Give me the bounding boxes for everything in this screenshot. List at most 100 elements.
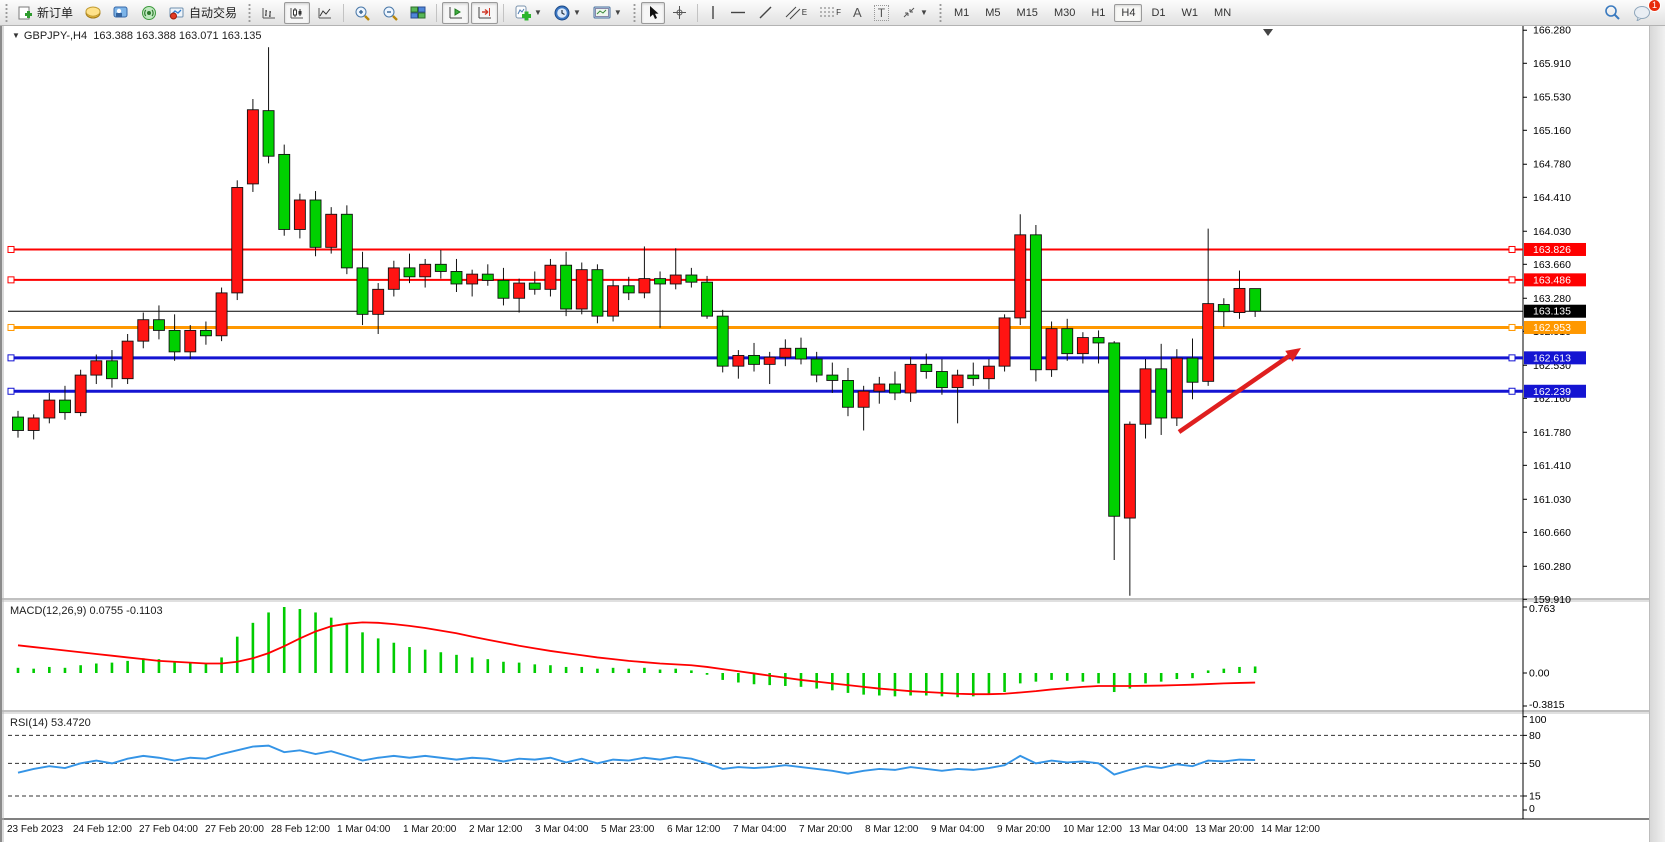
chart-window[interactable]: 166.280165.910165.530165.160164.780164.4… bbox=[0, 26, 1665, 842]
tab-h4[interactable]: H4 bbox=[1114, 4, 1142, 22]
chat-button[interactable]: 1 bbox=[1628, 2, 1656, 24]
trendline-tool-button[interactable] bbox=[753, 2, 778, 24]
candle-body bbox=[232, 187, 243, 292]
tab-mn[interactable]: MN bbox=[1207, 4, 1238, 22]
toolbar-grip[interactable] bbox=[4, 4, 9, 22]
coin-button[interactable] bbox=[80, 2, 106, 24]
hline-handle[interactable] bbox=[8, 246, 14, 252]
toolbar-grip[interactable] bbox=[247, 4, 252, 22]
hline-tool-button[interactable] bbox=[725, 2, 751, 24]
price-tag-label: 162.613 bbox=[1533, 352, 1571, 364]
arrows-tool-button[interactable]: ▼ bbox=[896, 2, 933, 24]
channel-tool-button[interactable]: E bbox=[780, 2, 812, 24]
vline-tool-button[interactable] bbox=[703, 2, 723, 24]
tab-h1[interactable]: H1 bbox=[1084, 4, 1112, 22]
candle-body bbox=[326, 214, 337, 247]
zoom-in-icon bbox=[354, 5, 370, 21]
time-axis-label: 13 Mar 04:00 bbox=[1129, 824, 1188, 835]
cursor-icon bbox=[646, 5, 660, 20]
candle-body bbox=[122, 341, 133, 379]
time-axis-label: 27 Feb 04:00 bbox=[139, 824, 198, 835]
hline-handle[interactable] bbox=[1509, 388, 1515, 394]
rsi-pane[interactable]: 1008050150 bbox=[8, 714, 1547, 815]
price-tag-label: 163.135 bbox=[1533, 306, 1571, 318]
candle-body bbox=[1187, 358, 1198, 382]
indicators-button[interactable]: ▼ bbox=[509, 2, 547, 24]
autotrade-button[interactable]: 自动交易 bbox=[164, 2, 242, 24]
macd-signal-line bbox=[18, 622, 1255, 694]
text-tool-button[interactable]: A bbox=[848, 2, 867, 24]
chart-shift-marker[interactable] bbox=[1263, 29, 1273, 36]
time-axis-label: 13 Mar 20:00 bbox=[1195, 824, 1254, 835]
tab-m5[interactable]: M5 bbox=[978, 4, 1007, 22]
toolbar-grip[interactable] bbox=[632, 4, 637, 22]
candle-body bbox=[1124, 424, 1135, 518]
tab-m30[interactable]: M30 bbox=[1047, 4, 1082, 22]
hline-handle[interactable] bbox=[1509, 246, 1515, 252]
label-tool-button[interactable]: T bbox=[869, 2, 894, 24]
candle-body bbox=[185, 330, 196, 351]
rsi-tick-label: 0 bbox=[1529, 803, 1535, 815]
candle-body bbox=[106, 361, 117, 379]
candle-body bbox=[639, 279, 650, 293]
bar-chart-button[interactable] bbox=[256, 2, 282, 24]
chart-canvas[interactable]: 166.280165.910165.530165.160164.780164.4… bbox=[2, 26, 1665, 842]
collapse-caret-icon[interactable]: ▼ bbox=[12, 31, 20, 40]
time-axis-label: 23 Feb 2023 bbox=[7, 824, 64, 835]
rsi-tick-label: 80 bbox=[1529, 730, 1541, 742]
fibonacci-tool-button[interactable]: F bbox=[814, 2, 846, 24]
cursor-button[interactable] bbox=[641, 2, 665, 24]
metaeditor-button[interactable] bbox=[108, 2, 134, 24]
macd-pane[interactable]: 0.7630.00-0.3815 bbox=[18, 603, 1565, 711]
zoom-in-button[interactable] bbox=[349, 2, 375, 24]
tab-w1[interactable]: W1 bbox=[1175, 4, 1206, 22]
signal-button[interactable] bbox=[136, 2, 162, 24]
candle-body bbox=[482, 274, 493, 280]
line-chart-button[interactable] bbox=[312, 2, 338, 24]
candle-body bbox=[1062, 329, 1073, 354]
candle-body bbox=[686, 275, 697, 282]
new-order-button[interactable]: 新订单 bbox=[13, 2, 78, 24]
candle-body bbox=[13, 417, 24, 430]
macd-tick-label: 0.763 bbox=[1529, 603, 1555, 615]
candle-body bbox=[247, 110, 258, 184]
hline-handle[interactable] bbox=[8, 388, 14, 394]
price-axis[interactable]: 166.280165.910165.530165.160164.780164.4… bbox=[1523, 26, 1586, 606]
hline-handle[interactable] bbox=[1509, 277, 1515, 283]
template-button[interactable]: ▼ bbox=[588, 2, 627, 24]
price-tick-label: 163.660 bbox=[1533, 259, 1571, 271]
time-axis[interactable]: 23 Feb 202324 Feb 12:0027 Feb 04:0027 Fe… bbox=[7, 824, 1320, 835]
time-axis-label: 1 Mar 04:00 bbox=[337, 824, 391, 835]
fibo-sub-label: F bbox=[836, 8, 841, 17]
hline-handle[interactable] bbox=[8, 324, 14, 330]
candle-body bbox=[91, 361, 102, 375]
periods-button[interactable]: ▼ bbox=[549, 2, 586, 24]
hline-handle[interactable] bbox=[8, 355, 14, 361]
candle-body bbox=[749, 355, 760, 364]
candle-body bbox=[968, 375, 979, 379]
hline-handle[interactable] bbox=[1509, 324, 1515, 330]
price-tick-label: 164.030 bbox=[1533, 226, 1571, 238]
candle-body bbox=[373, 289, 384, 314]
candlestick-button[interactable] bbox=[284, 2, 310, 24]
tab-m15[interactable]: M15 bbox=[1010, 4, 1045, 22]
candle-body bbox=[514, 283, 525, 298]
zoom-out-button[interactable] bbox=[377, 2, 403, 24]
candle-body bbox=[702, 282, 713, 316]
candlestick-icon bbox=[289, 5, 305, 20]
candle-body bbox=[388, 268, 399, 289]
search-button[interactable] bbox=[1599, 2, 1626, 24]
chart-shift-button[interactable] bbox=[471, 2, 498, 24]
hline-handle[interactable] bbox=[8, 277, 14, 283]
tile-windows-button[interactable] bbox=[405, 2, 431, 24]
crosshair-button[interactable] bbox=[667, 2, 692, 24]
tab-m1[interactable]: M1 bbox=[947, 4, 976, 22]
autoscroll-button[interactable] bbox=[442, 2, 469, 24]
chart-shift-icon bbox=[476, 5, 493, 20]
toolbar-grip[interactable] bbox=[938, 4, 943, 22]
candle-body bbox=[1203, 304, 1214, 382]
tab-d1[interactable]: D1 bbox=[1144, 4, 1172, 22]
price-tag-label: 163.486 bbox=[1533, 274, 1571, 286]
candle-body bbox=[592, 270, 603, 316]
hline-handle[interactable] bbox=[1509, 355, 1515, 361]
